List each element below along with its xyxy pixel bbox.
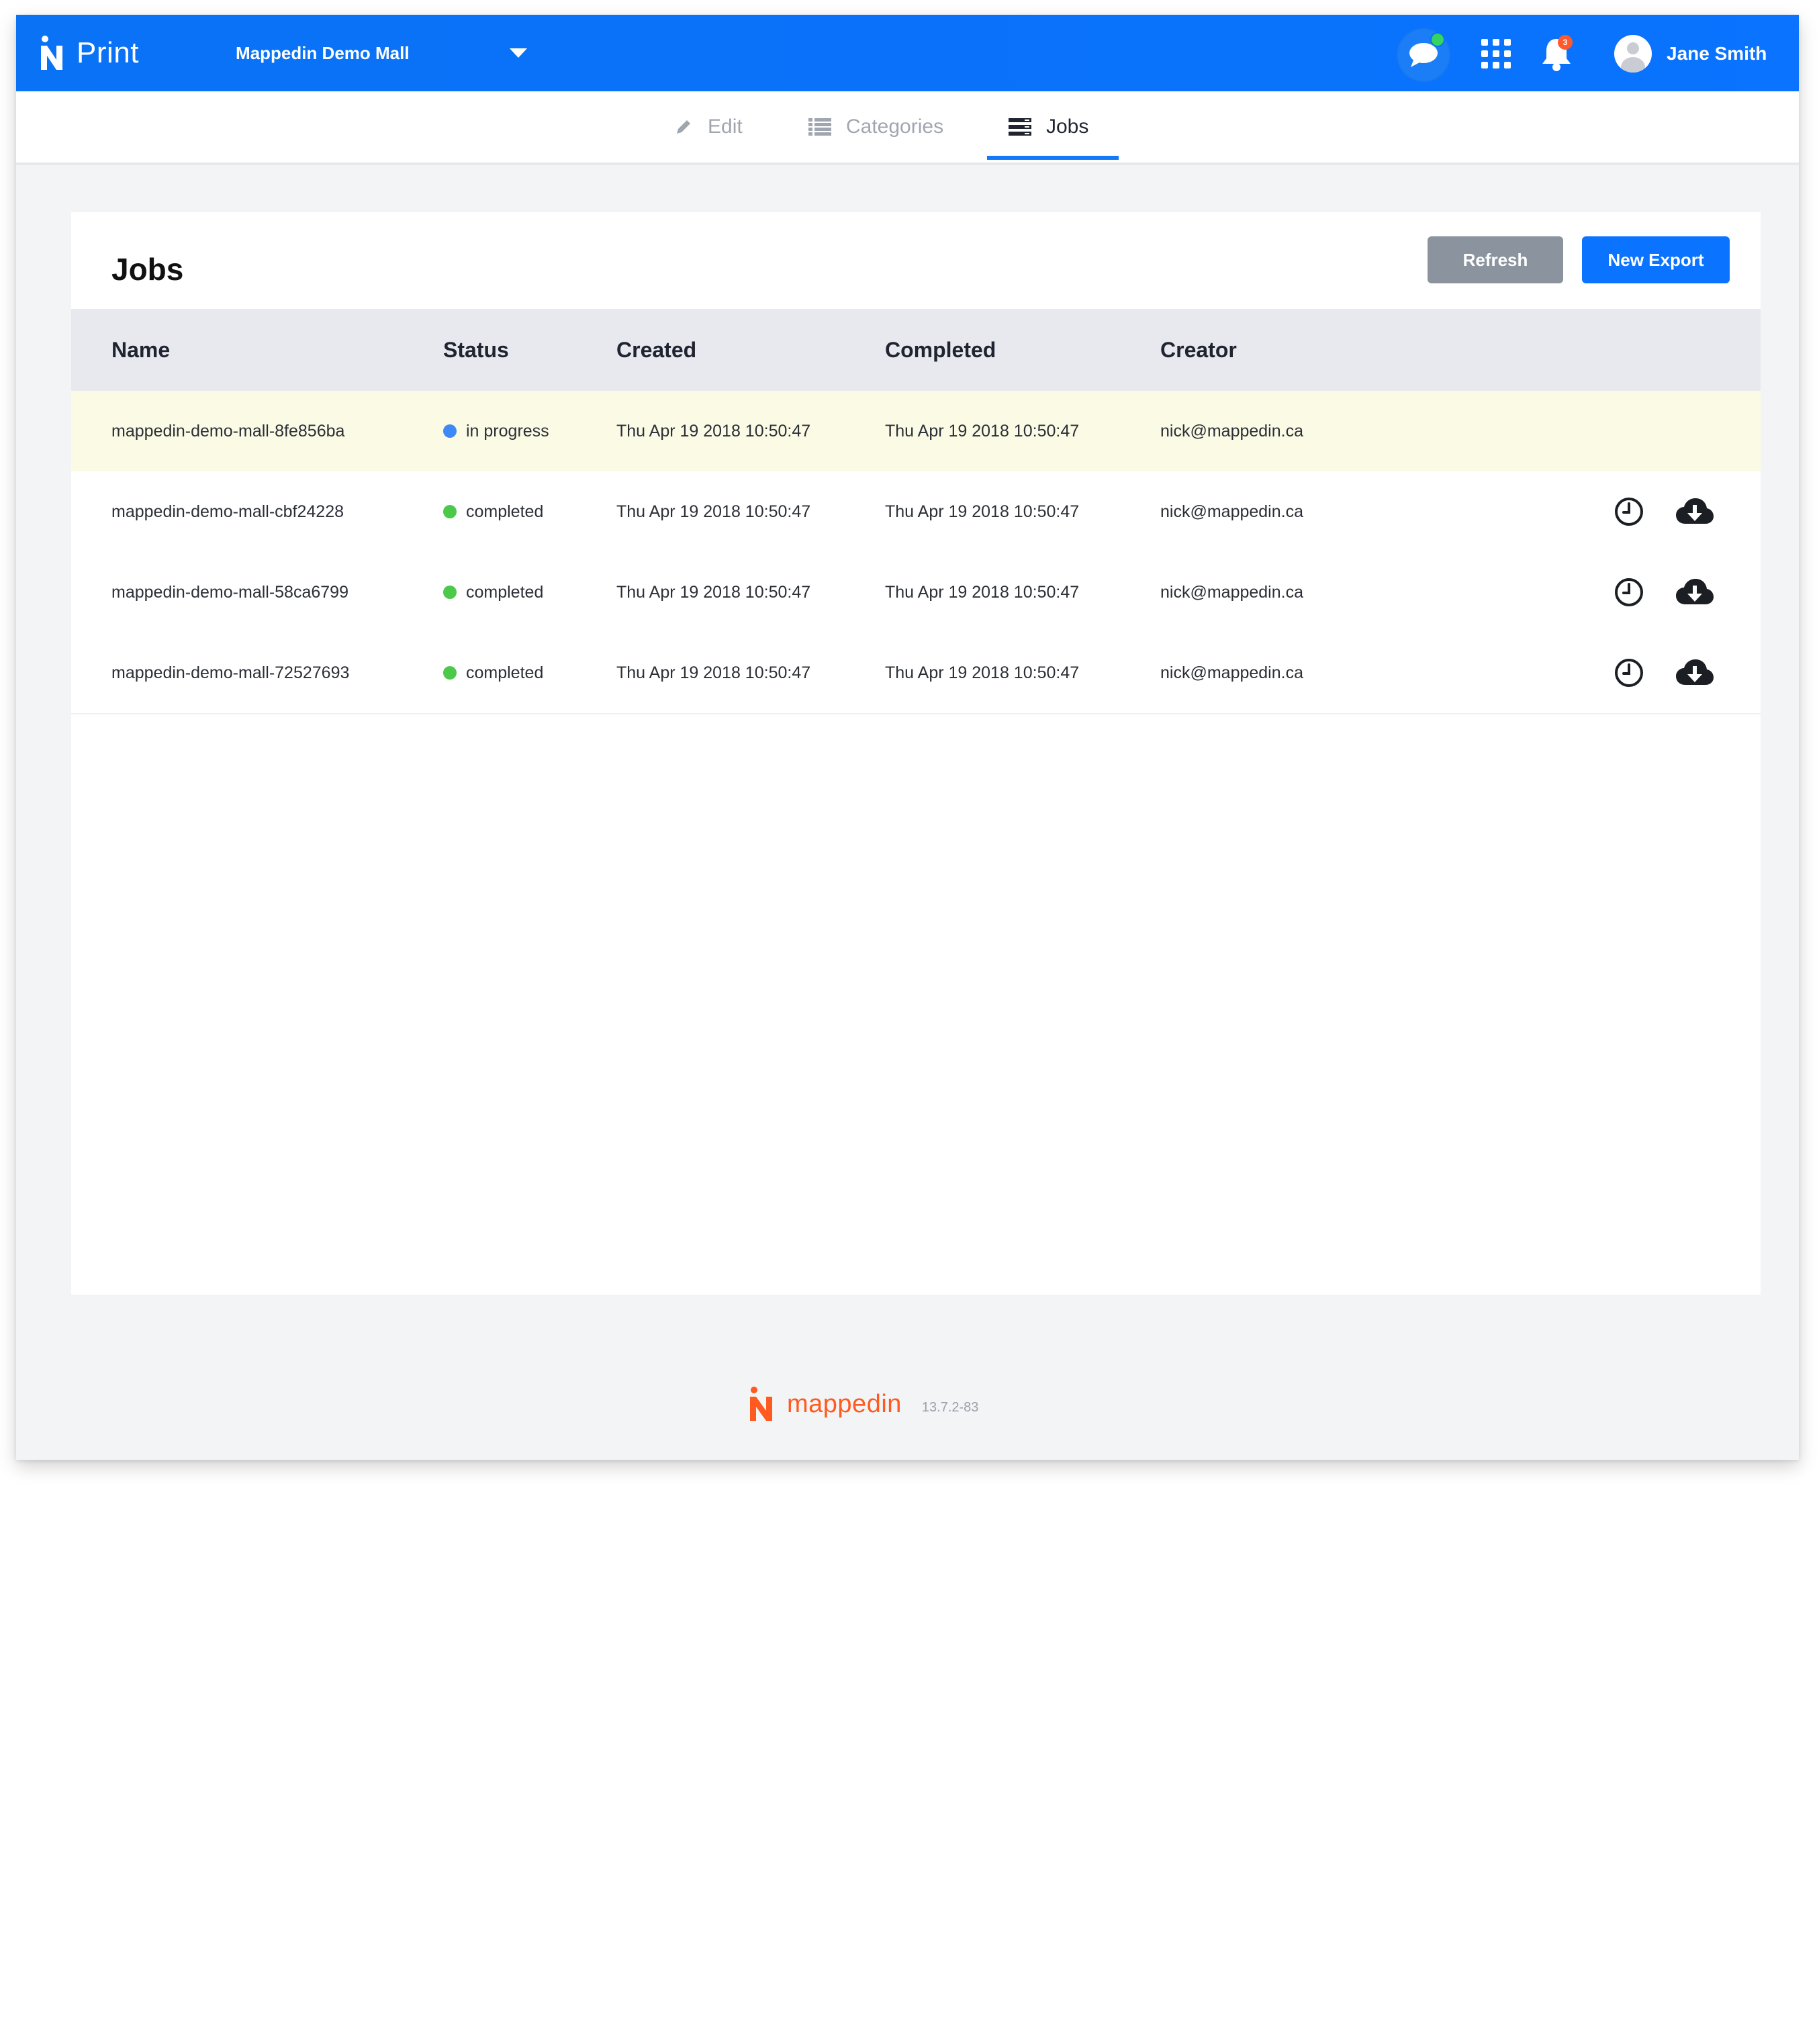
mappedin-logo-icon xyxy=(750,1387,772,1421)
app-version: 13.7.2-83 xyxy=(921,1399,979,1415)
view-tabs: Edit Categories Jobs xyxy=(16,91,1799,165)
chat-button[interactable] xyxy=(1397,28,1450,82)
table-header: Name Status Created Completed Creator xyxy=(71,309,1761,391)
job-status: completed xyxy=(443,471,543,552)
jobs-icon xyxy=(1009,118,1031,136)
job-created: Thu Apr 19 2018 10:50:47 xyxy=(616,502,811,521)
notification-count-badge: 3 xyxy=(1558,35,1573,50)
job-status: completed xyxy=(443,633,543,713)
job-creator: nick@mappedin.ca xyxy=(1160,663,1303,682)
history-button[interactable] xyxy=(1610,633,1648,713)
job-completed: Thu Apr 19 2018 10:50:47 xyxy=(885,582,1080,602)
status-indicator-dot xyxy=(443,424,457,438)
history-icon xyxy=(1615,498,1643,526)
job-status: in progress xyxy=(443,391,549,471)
tab-edit-label: Edit xyxy=(708,115,743,138)
tab-categories[interactable]: Categories xyxy=(808,91,943,162)
job-creator: nick@mappedin.ca xyxy=(1160,502,1303,521)
app-name: Print xyxy=(77,36,139,69)
column-header-name[interactable]: Name xyxy=(111,309,170,391)
history-button[interactable] xyxy=(1610,552,1648,633)
download-button[interactable] xyxy=(1673,471,1716,552)
job-status-label: completed xyxy=(466,582,544,602)
jobs-panel: Jobs Refresh New Export Name Status Crea… xyxy=(71,212,1761,1295)
list-icon xyxy=(808,118,831,136)
history-button[interactable] xyxy=(1610,471,1648,552)
venue-selector[interactable]: Mappedin Demo Mall xyxy=(236,15,527,91)
footer: mappedin 13.7.2-83 xyxy=(748,1381,978,1428)
status-indicator-dot xyxy=(443,586,457,599)
table-row[interactable]: mappedin-demo-mall-58ca6799 completed Th… xyxy=(71,552,1761,634)
status-indicator-dot xyxy=(443,666,457,680)
user-menu[interactable]: Jane Smith xyxy=(1614,32,1767,75)
mappedin-logo-icon xyxy=(41,36,62,70)
venue-selector-label: Mappedin Demo Mall xyxy=(236,42,410,63)
job-name: mappedin-demo-mall-58ca6799 xyxy=(111,582,348,602)
job-status-label: completed xyxy=(466,502,544,521)
job-created: Thu Apr 19 2018 10:50:47 xyxy=(616,582,811,602)
job-completed: Thu Apr 19 2018 10:50:47 xyxy=(885,421,1080,440)
page-title: Jobs xyxy=(111,252,184,287)
job-status-label: in progress xyxy=(466,421,549,440)
tab-categories-label: Categories xyxy=(846,115,944,138)
chevron-down-icon xyxy=(510,48,527,58)
footer-brand: mappedin xyxy=(787,1389,902,1418)
tab-jobs[interactable]: Jobs xyxy=(1009,91,1088,162)
job-completed: Thu Apr 19 2018 10:50:47 xyxy=(885,663,1080,682)
job-created: Thu Apr 19 2018 10:50:47 xyxy=(616,421,811,440)
refresh-button[interactable]: Refresh xyxy=(1428,236,1563,283)
apps-button[interactable] xyxy=(1475,32,1518,75)
job-status-label: completed xyxy=(466,663,544,682)
avatar xyxy=(1614,35,1652,73)
download-button[interactable] xyxy=(1673,552,1716,633)
app-brand[interactable]: Print xyxy=(39,30,139,77)
column-header-created[interactable]: Created xyxy=(616,309,696,391)
top-navigation-bar: Print Mappedin Demo Mall 3 Jane Smith xyxy=(16,15,1799,91)
job-status: completed xyxy=(443,552,543,633)
history-icon xyxy=(1615,659,1643,687)
table-row[interactable]: mappedin-demo-mall-72527693 completed Th… xyxy=(71,633,1761,714)
cloud-download-icon xyxy=(1676,498,1714,524)
tab-edit[interactable]: Edit xyxy=(674,91,743,162)
notifications-button[interactable]: 3 xyxy=(1535,32,1578,75)
column-header-creator[interactable]: Creator xyxy=(1160,309,1237,391)
online-status-dot xyxy=(1430,32,1445,47)
tab-jobs-label: Jobs xyxy=(1046,115,1089,138)
job-completed: Thu Apr 19 2018 10:50:47 xyxy=(885,502,1080,521)
active-tab-indicator xyxy=(987,156,1119,160)
app-window: Print Mappedin Demo Mall 3 Jane Smith Ed… xyxy=(16,15,1799,1460)
job-creator: nick@mappedin.ca xyxy=(1160,582,1303,602)
column-header-completed[interactable]: Completed xyxy=(885,309,996,391)
job-name: mappedin-demo-mall-72527693 xyxy=(111,663,350,682)
job-created: Thu Apr 19 2018 10:50:47 xyxy=(616,663,811,682)
apps-grid-icon xyxy=(1481,39,1511,68)
history-icon xyxy=(1615,578,1643,606)
new-export-button[interactable]: New Export xyxy=(1582,236,1730,283)
download-button[interactable] xyxy=(1673,633,1716,713)
job-name: mappedin-demo-mall-8fe856ba xyxy=(111,421,345,440)
user-name: Jane Smith xyxy=(1667,43,1767,64)
pencil-icon xyxy=(677,120,690,134)
table-row[interactable]: mappedin-demo-mall-cbf24228 completed Th… xyxy=(71,471,1761,553)
table-row[interactable]: mappedin-demo-mall-8fe856ba in progress … xyxy=(71,391,1761,473)
job-name: mappedin-demo-mall-cbf24228 xyxy=(111,502,344,521)
job-creator: nick@mappedin.ca xyxy=(1160,421,1303,440)
cloud-download-icon xyxy=(1676,659,1714,685)
status-indicator-dot xyxy=(443,505,457,518)
column-header-status[interactable]: Status xyxy=(443,309,509,391)
cloud-download-icon xyxy=(1676,579,1714,604)
